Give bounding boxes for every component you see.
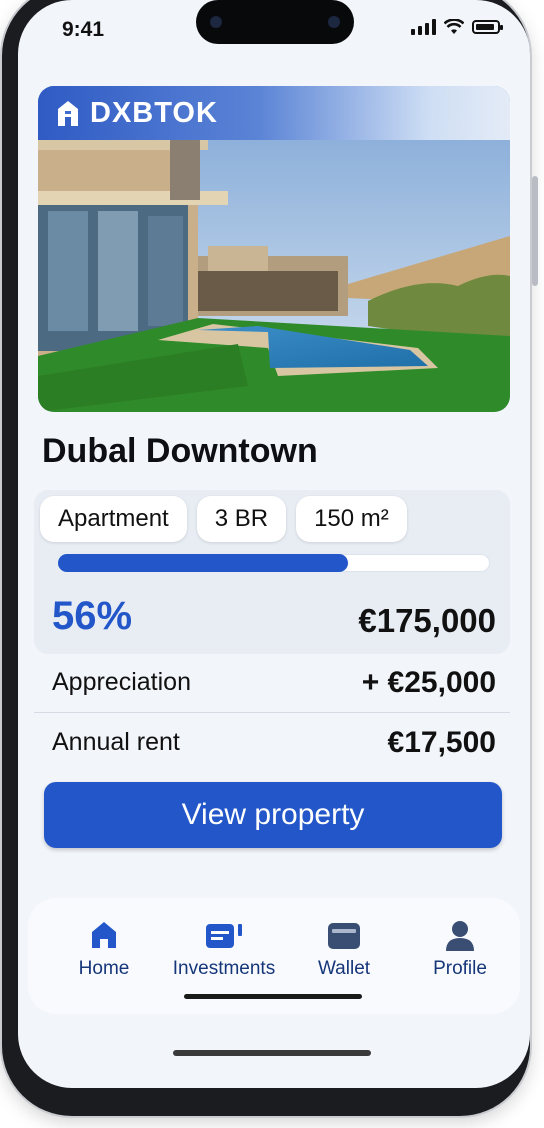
funding-progress-fill <box>58 554 349 572</box>
bottom-tab-bar: Home Investments Wallet Profile <box>28 898 520 1014</box>
status-bar: 9:41 <box>18 0 530 64</box>
stat-label: Appreciation <box>52 668 191 696</box>
home-icon <box>92 922 116 948</box>
dynamic-island <box>196 0 354 44</box>
side-button <box>532 176 538 286</box>
investments-icon <box>206 924 242 948</box>
brand-logo-icon <box>58 101 78 126</box>
property-image[interactable]: DXBTOK <box>38 86 510 412</box>
tab-investments[interactable]: Investments <box>164 918 284 980</box>
tab-indicator <box>184 994 362 999</box>
property-title: Dubal Downtown <box>42 432 318 470</box>
camera-icon <box>210 16 222 28</box>
stat-row-appreciation: Appreciation + €25,000 <box>34 654 510 712</box>
tag-bedrooms: 3 BR <box>196 496 287 542</box>
tag-area: 150 m² <box>296 496 407 542</box>
cellular-signal-icon <box>411 19 436 35</box>
stat-label: Annual rent <box>52 728 180 756</box>
tab-label: Home <box>78 958 130 979</box>
battery-icon <box>472 20 503 34</box>
tag-property-type: Apartment <box>40 496 187 542</box>
tab-profile[interactable]: Profile <box>400 918 520 980</box>
app-screen: 9:41 DXBTOK Dubal Downtown Apartment 3 B… <box>18 0 530 1088</box>
phone-frame: 9:41 DXBTOK Dubal Downtown Apartment 3 B… <box>2 0 538 1116</box>
status-time: 9:41 <box>62 18 105 41</box>
divider <box>34 712 510 713</box>
view-property-button[interactable]: View property <box>44 782 502 848</box>
tab-wallet[interactable]: Wallet <box>284 918 404 980</box>
profile-icon <box>446 921 474 951</box>
stat-value: + €25,000 <box>361 666 496 699</box>
status-icons <box>411 19 503 35</box>
property-summary-card: Apartment 3 BR 150 m² 56% €175,000 <box>34 490 510 654</box>
brand-header: DXBTOK <box>38 86 510 140</box>
wallet-icon <box>328 923 360 949</box>
home-indicator[interactable] <box>173 1050 371 1056</box>
sensor-icon <box>328 16 340 28</box>
stat-row-annual-rent: Annual rent €17,500 <box>34 714 510 772</box>
funding-percent: 56% <box>52 594 133 638</box>
property-tags: Apartment 3 BR 150 m² <box>40 496 407 542</box>
tab-home[interactable]: Home <box>44 918 164 980</box>
tab-label: Profile <box>433 958 487 979</box>
stat-value: €17,500 <box>387 726 496 759</box>
wifi-icon <box>444 19 464 34</box>
brand-name: DXBTOK <box>90 96 218 129</box>
funding-progress-bar <box>58 554 490 572</box>
property-price: €175,000 <box>358 602 496 639</box>
tab-label: Investments <box>172 958 276 979</box>
tab-label: Wallet <box>317 958 371 979</box>
